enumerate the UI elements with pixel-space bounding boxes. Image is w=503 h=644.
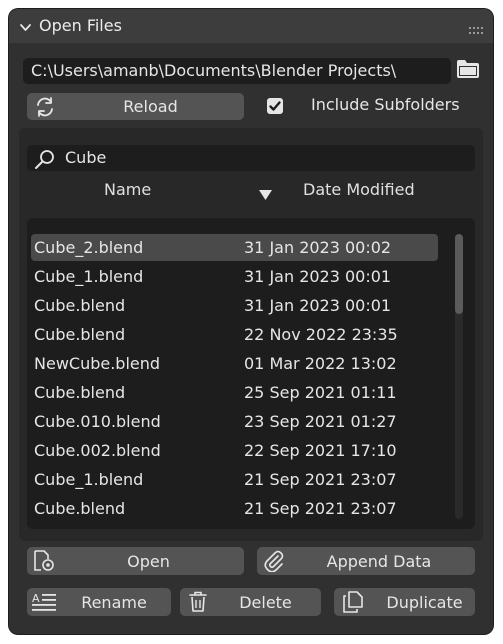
file-row[interactable]: Cube.blend 25 Sep 2021 01:11 [31,379,438,406]
delete-label: Delete [239,592,292,612]
folder-icon [456,59,480,83]
append-data-label: Append Data [326,551,432,571]
file-name: Cube.blend [34,296,126,315]
file-date: 21 Sep 2021 23:07 [244,470,397,489]
file-name: Cube.blend [34,383,126,402]
open-button[interactable]: Open [27,547,244,575]
list-resize-grip-icon[interactable] [256,525,272,529]
reload-button[interactable]: Reload [27,93,244,120]
file-name: Cube.002.blend [34,441,161,460]
file-list[interactable]: Cube_2.blend 31 Jan 2023 00:02 Cube_1.bl… [27,218,475,529]
open-label: Open [127,551,170,571]
append-data-button[interactable]: Append Data [257,547,475,575]
file-row[interactable]: Cube.010.blend 23 Sep 2021 01:27 [31,408,438,435]
file-name: Cube.010.blend [34,412,161,431]
search-value: Cube [65,148,107,167]
rename-button[interactable]: A Rename [27,588,171,616]
file-name: Cube.blend [34,499,126,518]
include-subfolders-label[interactable]: Include Subfolders [311,95,460,114]
file-name: Cube_1.blend [34,267,144,286]
file-date: 22 Sep 2021 17:10 [244,441,397,460]
file-row[interactable]: NewCube.blend 01 Mar 2022 13:02 [31,350,438,377]
open-files-panel: Open Files C:\Users\amanb\Documents\Blen… [9,9,493,634]
sort-descending-icon[interactable] [259,185,272,204]
file-row[interactable]: Cube_1.blend 21 Sep 2021 23:07 [31,466,438,493]
panel-header[interactable]: Open Files [9,9,493,43]
file-date: 23 Sep 2021 01:27 [244,412,397,431]
file-row[interactable]: Cube_1.blend 31 Jan 2023 00:01 [31,263,438,290]
panel-title: Open Files [39,16,122,35]
file-name: Cube_2.blend [34,238,144,257]
file-date: 21 Sep 2021 23:07 [244,499,397,518]
file-row[interactable]: Cube.blend 31 Jan 2023 00:01 [31,292,438,319]
file-date: 31 Jan 2023 00:02 [244,238,392,257]
column-header-name[interactable]: Name [104,180,151,199]
file-date: 31 Jan 2023 00:01 [244,296,392,315]
file-row[interactable]: Cube_2.blend 31 Jan 2023 00:02 [31,234,438,261]
file-date: 25 Sep 2021 01:11 [244,383,397,402]
search-icon [33,149,57,173]
expand-filter-arrow-icon[interactable] [42,523,51,529]
search-input[interactable]: Cube [27,145,475,171]
scrollbar-thumb[interactable] [455,234,463,314]
chevron-down-icon[interactable] [19,19,32,38]
browse-folder-button[interactable] [453,57,483,85]
directory-path-field[interactable]: C:\Users\amanb\Documents\Blender Project… [23,58,451,84]
file-row[interactable]: Cube.002.blend 22 Sep 2021 17:10 [31,437,438,464]
file-name: Cube.blend [34,325,126,344]
reload-label: Reload [123,97,178,116]
file-row[interactable]: Cube.blend 21 Sep 2021 23:07 [31,495,438,522]
file-name: NewCube.blend [34,354,161,373]
file-date: 01 Mar 2022 13:02 [244,354,397,373]
column-header-date-modified[interactable]: Date Modified [303,180,415,199]
delete-button[interactable]: Delete [180,588,321,616]
include-subfolders-checkbox[interactable] [267,98,283,114]
file-date: 31 Jan 2023 00:01 [244,267,392,286]
file-date: 22 Nov 2022 23:35 [244,325,398,344]
duplicate-button[interactable]: Duplicate [334,588,475,616]
drag-grip-icon[interactable] [469,20,483,39]
duplicate-label: Duplicate [386,592,463,612]
checkmark-icon [269,101,281,111]
file-name: Cube_1.blend [34,470,144,489]
rename-label: Rename [81,592,147,612]
file-row[interactable]: Cube.blend 22 Nov 2022 23:35 [31,321,438,348]
